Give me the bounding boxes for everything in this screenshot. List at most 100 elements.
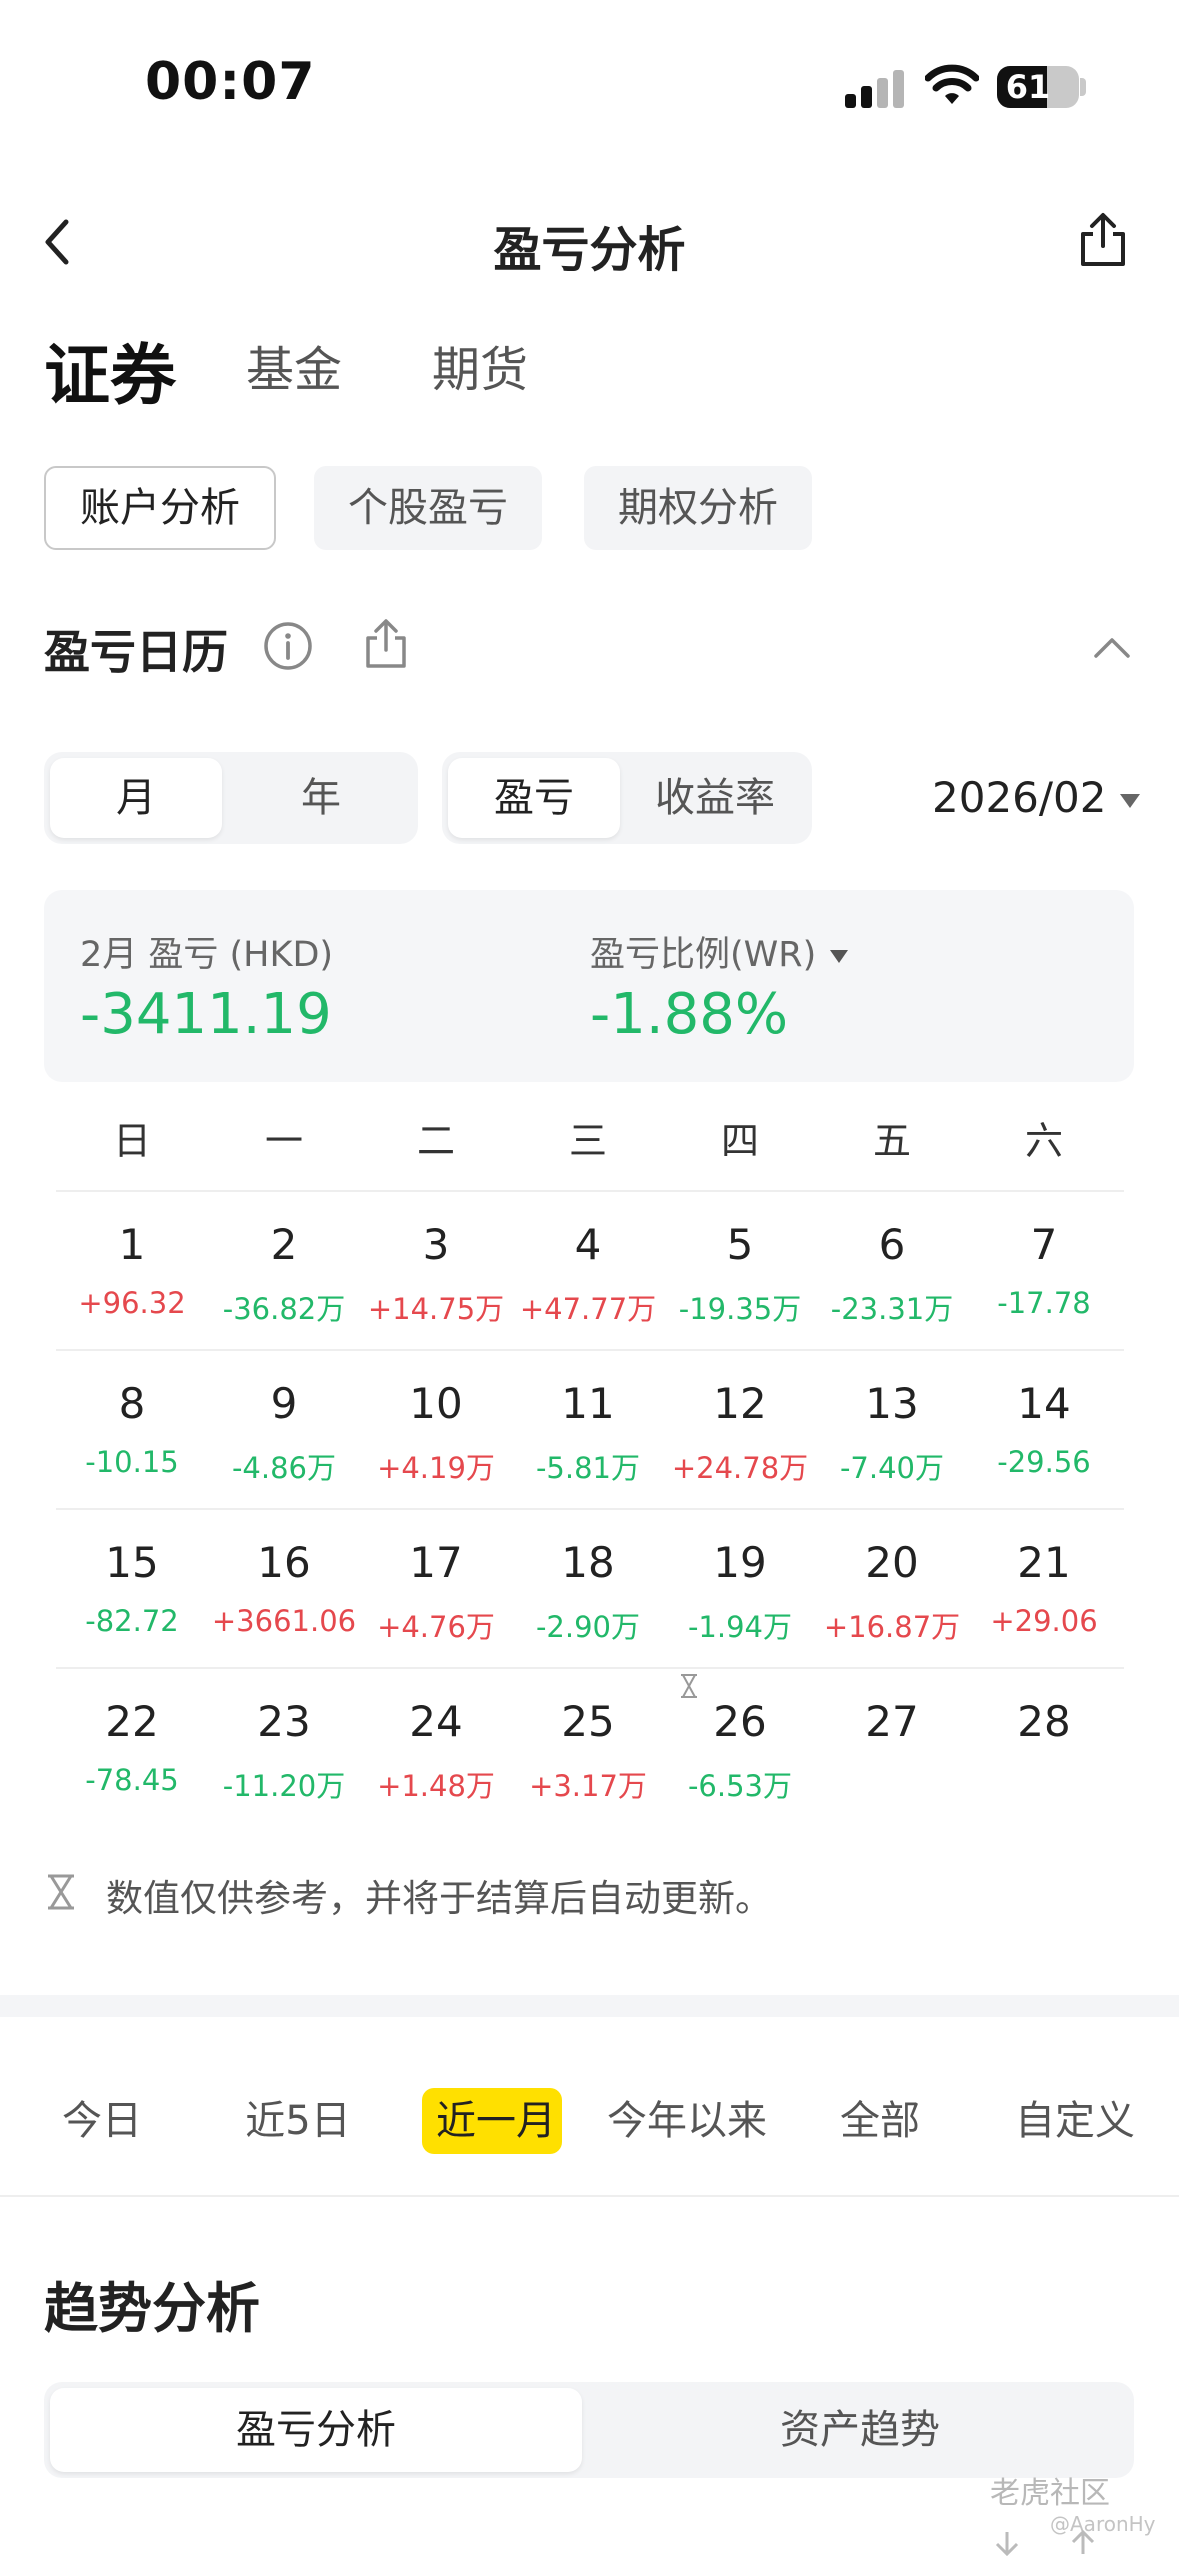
calendar-day[interactable]: 23 -11.20万 [208,1669,360,1827]
day-pnl: +3.17万 [529,1769,647,1803]
calendar-day[interactable]: 11 -5.81万 [512,1351,664,1509]
battery-tip [1080,78,1086,96]
day-number: 6 [878,1220,906,1269]
day-number: 23 [257,1697,311,1746]
day-number: 2 [270,1220,298,1269]
period-custom[interactable]: 自定义 [1010,2088,1140,2154]
day-number: 19 [713,1538,767,1587]
day-pnl: -36.82万 [222,1292,346,1326]
trend-tab-pnl[interactable]: 盈亏分析 [50,2388,582,2472]
month-summary: 2月 盈亏 (HKD) -3411.19 盈亏比例(WR) -1.88% [44,890,1134,1082]
day-number: 1 [118,1220,146,1269]
tab-securities[interactable]: 证券 [44,322,176,418]
period-today[interactable]: 今日 [40,2088,164,2154]
subtab-stock-pnl[interactable]: 个股盈亏 [314,466,542,550]
calendar-day[interactable]: 2 -36.82万 [208,1192,360,1350]
day-pnl: +29.06 [990,1604,1098,1638]
share-icon[interactable] [1075,210,1131,270]
period-all[interactable]: 全部 [818,2088,942,2154]
bottom-action-icons [995,2530,1095,2556]
calendar-day[interactable]: 25 +3.17万 [512,1669,664,1827]
day-number: 21 [1017,1538,1071,1587]
day-number: 9 [270,1379,298,1428]
day-pnl: -23.31万 [830,1292,954,1326]
calendar-day[interactable]: 10 +4.19万 [360,1351,512,1509]
calendar-day[interactable]: 18 -2.90万 [512,1510,664,1668]
calendar-day[interactable]: 20 +16.87万 [816,1510,968,1668]
toggle-year[interactable]: 年 [230,758,412,838]
tab-futures[interactable]: 期货 [432,330,528,400]
day-pnl: -10.15 [85,1445,179,1479]
month-value: 2026/02 [932,773,1107,822]
toggle-yield[interactable]: 收益率 [624,758,806,838]
calendar-day[interactable]: 16 +3661.06 [208,1510,360,1668]
weekday-label: 五 [872,1119,911,1163]
day-pnl: -2.90万 [535,1610,641,1644]
day-pnl: -6.53万 [687,1769,793,1803]
calendar-day[interactable]: 27 [816,1669,968,1827]
calendar-day[interactable]: 22 -78.45 [56,1669,208,1827]
calendar-day[interactable]: 3 +14.75万 [360,1192,512,1350]
chevron-up-icon[interactable] [1090,628,1134,664]
ratio-label-group[interactable]: 盈亏比例(WR) [590,926,849,977]
status-time: 00:07 [145,52,316,112]
day-pnl: -29.56 [997,1445,1091,1479]
day-pnl: +47.77万 [519,1292,657,1326]
weekday-label: 一 [264,1119,303,1163]
day-number: 25 [561,1697,615,1746]
day-number: 16 [257,1538,311,1587]
section-divider [0,1995,1179,2017]
disclaimer-text: 数值仅供参考，并将于结算后自动更新。 [106,1877,772,1920]
toggle-pnl[interactable]: 盈亏 [448,758,620,838]
calendar-week: 15 -82.72 16 +3661.06 17 +4.76万 18 -2.90万 19… [56,1508,1124,1666]
day-pnl: +1.48万 [377,1769,495,1803]
calendar-day[interactable]: 8 -10.15 [56,1351,208,1509]
trend-toggle: 盈亏分析 资产趋势 [44,2382,1134,2478]
day-number: 28 [1017,1697,1071,1746]
ratio-dropdown-icon [830,949,849,963]
tab-funds[interactable]: 基金 [246,330,342,400]
day-number: 5 [726,1220,754,1269]
day-pnl: -7.40万 [839,1451,945,1485]
calendar-share-icon[interactable] [362,616,410,672]
calendar-day[interactable]: 24 +1.48万 [360,1669,512,1827]
day-pnl: +14.75万 [367,1292,505,1326]
weekday-label: 六 [1024,1119,1063,1163]
month-selector[interactable]: 2026/02 [932,768,1141,828]
info-icon[interactable] [262,620,314,672]
calendar-day[interactable]: 1 +96.32 [56,1192,208,1350]
calendar-day[interactable]: 28 [968,1669,1120,1827]
calendar-day[interactable]: 19 -1.94万 [664,1510,816,1668]
calendar-day[interactable]: 6 -23.31万 [816,1192,968,1350]
subtab-account-analysis[interactable]: 账户分析 [44,466,276,550]
calendar-day[interactable]: 9 -4.86万 [208,1351,360,1509]
day-pnl: +96.32 [78,1286,186,1320]
weekday-label: 二 [416,1119,455,1163]
day-number: 20 [865,1538,919,1587]
day-number: 10 [409,1379,463,1428]
weekday-label: 四 [720,1119,759,1163]
calendar-title: 盈亏日历 [44,625,228,679]
day-number: 18 [561,1538,615,1587]
period-5d[interactable]: 近5日 [236,2088,360,2154]
calendar-day[interactable]: 5 -19.35万 [664,1192,816,1350]
calendar-day[interactable]: 13 -7.40万 [816,1351,968,1509]
calendar-day[interactable]: 7 -17.78 [968,1192,1120,1350]
hourglass-icon [48,1874,74,1910]
calendar-day[interactable]: 15 -82.72 [56,1510,208,1668]
calendar-week: 22 -78.45 23 -11.20万 24 +1.48万 25 +3.17万 26 -… [56,1667,1124,1825]
toggle-month[interactable]: 月 [50,758,222,838]
weekday-label: 日 [112,1119,151,1163]
calendar-day[interactable]: 12 +24.78万 [664,1351,816,1509]
day-pnl: +4.76万 [377,1610,495,1644]
calendar-day[interactable]: 4 +47.77万 [512,1192,664,1350]
calendar-day[interactable]: 17 +4.76万 [360,1510,512,1668]
period-1m[interactable]: 近一月 [422,2088,562,2154]
period-ytd[interactable]: 今年以来 [602,2088,772,2154]
day-number: 17 [409,1538,463,1587]
day-pnl: +3661.06 [211,1604,357,1638]
trend-tab-assets[interactable]: 资产趋势 [592,2388,1128,2472]
calendar-day[interactable]: 14 -29.56 [968,1351,1120,1509]
subtab-options-analysis[interactable]: 期权分析 [584,466,812,550]
calendar-day[interactable]: 21 +29.06 [968,1510,1120,1668]
